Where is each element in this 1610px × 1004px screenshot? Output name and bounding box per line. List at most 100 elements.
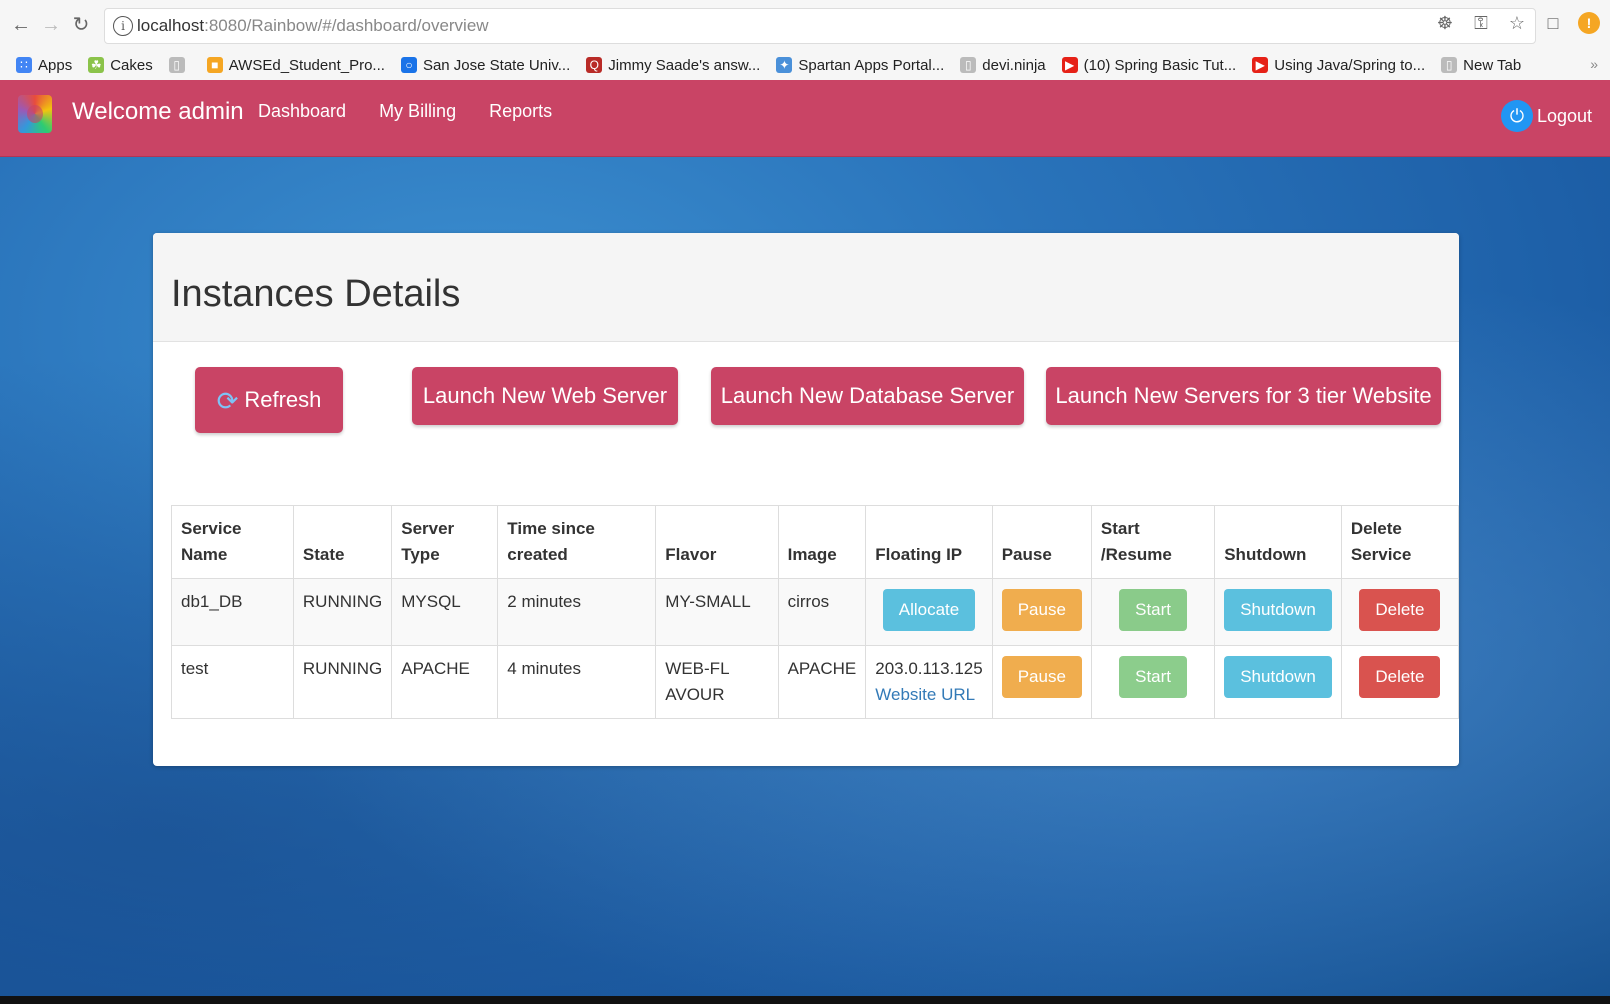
- extension-icon[interactable]: □: [1542, 12, 1564, 34]
- launch-web-server-button[interactable]: Launch New Web Server: [412, 367, 678, 425]
- nav-dashboard[interactable]: Dashboard: [258, 101, 346, 122]
- apps-grid-icon: ∷: [16, 57, 32, 73]
- bookmark-item[interactable]: ○ San Jose State Univ...: [400, 56, 571, 74]
- bookmark-item[interactable]: ▶ Using Java/Spring to...: [1252, 57, 1425, 74]
- bottom-edge: [0, 996, 1610, 1004]
- panel-title: Instances Details: [171, 273, 461, 315]
- cell-time: 4 minutes: [497, 645, 657, 719]
- shutdown-button[interactable]: Shutdown: [1224, 589, 1332, 631]
- logout-button[interactable]: ⏻ Logout: [1500, 100, 1592, 132]
- bookmarks-more-icon[interactable]: »: [1590, 56, 1598, 72]
- cell-delete: Delete: [1340, 645, 1460, 719]
- bookmark-label: San Jose State Univ...: [422, 56, 571, 74]
- bookmark-label: (10) Spring Basic Tut...: [1083, 56, 1237, 74]
- address-bar[interactable]: i localhost:8080/Rainbow/#/dashboard/ove…: [104, 8, 1536, 44]
- power-icon: ⏻: [1500, 100, 1533, 132]
- cell-delete: Delete: [1340, 578, 1460, 646]
- bookmark-item[interactable]: ✦ Spartan Apps Portal...: [776, 57, 944, 74]
- page-icon: ▯: [960, 57, 977, 73]
- cell-type: MYSQL: [391, 578, 499, 646]
- rainbow-logo[interactable]: [18, 95, 52, 133]
- cell-shutdown: Shutdown: [1214, 578, 1342, 646]
- instances-table: Service Name State Server Type Time sinc…: [171, 505, 1460, 719]
- bookmark-item[interactable]: ∷ Apps: [16, 57, 72, 74]
- refresh-button[interactable]: ⟳ Refresh: [195, 367, 343, 433]
- col-image: Image: [777, 505, 867, 579]
- cell-start: Start: [1090, 578, 1216, 646]
- col-pause: Pause: [991, 505, 1092, 579]
- logout-label: Logout: [1536, 105, 1592, 126]
- info-icon[interactable]: i: [113, 16, 133, 36]
- cell-pause: Pause: [991, 645, 1092, 719]
- bookmark-label: AWSEd_Student_Pro...: [228, 56, 385, 74]
- cell-floating-ip: Allocate: [865, 578, 993, 646]
- quora-icon: Q: [586, 57, 603, 73]
- website-url-link[interactable]: Website URL: [875, 682, 982, 708]
- floating-ip-value: 203.0.113.125: [875, 659, 983, 678]
- app-navbar: Welcome admin Dashboard My Billing Repor…: [0, 80, 1610, 157]
- translate-icon[interactable]: ☸: [1434, 12, 1456, 34]
- youtube-icon: ▶: [1252, 57, 1269, 73]
- col-state: State: [292, 505, 393, 579]
- cell-image: cirros: [777, 578, 867, 646]
- bookmark-item[interactable]: ▯ devi.ninja: [960, 57, 1046, 74]
- refresh-icon: ⟳: [216, 386, 239, 417]
- welcome-brand[interactable]: Welcome admin: [72, 98, 244, 126]
- cell-type: APACHE: [391, 645, 499, 719]
- cell-service: test: [171, 645, 294, 719]
- bookmark-item[interactable]: ▶ (10) Spring Basic Tut...: [1061, 56, 1237, 74]
- cell-floating-ip: 203.0.113.125 Website URL: [865, 645, 993, 719]
- launch-3tier-button[interactable]: Launch New Servers for 3 tier Website: [1046, 367, 1441, 425]
- cell-service: db1_DB: [171, 578, 294, 646]
- bookmark-item[interactable]: ■ AWSEd_Student_Pro...: [206, 56, 385, 74]
- bookmark-item[interactable]: ☘ Cakes: [88, 57, 153, 74]
- page-icon: ▯: [168, 57, 185, 73]
- col-start-resume: Start /Resume: [1090, 505, 1216, 579]
- allocate-button[interactable]: Allocate: [882, 589, 976, 631]
- page-icon: ▯: [1441, 57, 1458, 73]
- cell-start: Start: [1090, 645, 1216, 719]
- cell-state: RUNNING: [292, 578, 393, 646]
- delete-button[interactable]: Delete: [1359, 589, 1441, 631]
- bookmark-label: Jimmy Saade's answ...: [608, 56, 761, 74]
- bookmark-item[interactable]: ▯ New Tab: [1441, 57, 1521, 74]
- reload-icon[interactable]: ↻: [68, 12, 94, 38]
- bookmarks-bar: ∷ Apps ☘ Cakes ▯ ■ AWSEd_Student_Pro... ○ San Jo…: [0, 50, 1610, 80]
- pause-button[interactable]: Pause: [1001, 656, 1082, 698]
- back-icon[interactable]: ←: [8, 12, 34, 38]
- instances-panel: Instances Details ⟳ Refresh Launch New We…: [153, 233, 1460, 766]
- circle-icon: ○: [400, 57, 417, 73]
- bookmark-label: Using Java/Spring to...: [1274, 56, 1426, 74]
- shutdown-button[interactable]: Shutdown: [1224, 656, 1332, 698]
- spartan-icon: ✦: [776, 57, 793, 73]
- forward-icon[interactable]: →: [38, 12, 64, 38]
- table-row: test RUNNING APACHE 4 minutes WEB-FLAVOU…: [171, 645, 1460, 719]
- panel-header: Instances Details: [153, 233, 1459, 342]
- col-shutdown: Shutdown: [1214, 505, 1342, 579]
- bookmark-label: Apps: [38, 56, 73, 74]
- bookmark-item[interactable]: Q Jimmy Saade's answ...: [586, 57, 760, 74]
- refresh-label: Refresh: [244, 387, 322, 412]
- leaf-icon: ☘: [88, 57, 105, 73]
- alert-icon[interactable]: !: [1578, 12, 1600, 34]
- start-button[interactable]: Start: [1119, 656, 1188, 698]
- nav-my-billing[interactable]: My Billing: [379, 101, 456, 122]
- cell-pause: Pause: [991, 578, 1092, 646]
- cell-flavor: WEB-FLAVOUR: [655, 645, 779, 719]
- col-delete-service: Delete Service: [1340, 505, 1460, 579]
- start-button[interactable]: Start: [1119, 589, 1188, 631]
- col-time-created: Time since created: [497, 505, 657, 579]
- nav-reports[interactable]: Reports: [489, 101, 552, 122]
- launch-db-server-button[interactable]: Launch New Database Server: [711, 367, 1024, 425]
- bookmark-item[interactable]: ▯: [168, 57, 191, 73]
- url-text: localhost:8080/Rainbow/#/dashboard/overv…: [137, 16, 489, 35]
- key-icon[interactable]: ⚿: [1470, 12, 1492, 34]
- star-icon[interactable]: ☆: [1506, 12, 1528, 34]
- delete-button[interactable]: Delete: [1359, 656, 1441, 698]
- bookmark-label: New Tab: [1463, 56, 1522, 74]
- pause-button[interactable]: Pause: [1001, 589, 1082, 631]
- cell-shutdown: Shutdown: [1214, 645, 1342, 719]
- cell-time: 2 minutes: [497, 578, 657, 646]
- col-service-name: Service Name: [171, 505, 294, 579]
- col-floating-ip: Floating IP: [865, 505, 993, 579]
